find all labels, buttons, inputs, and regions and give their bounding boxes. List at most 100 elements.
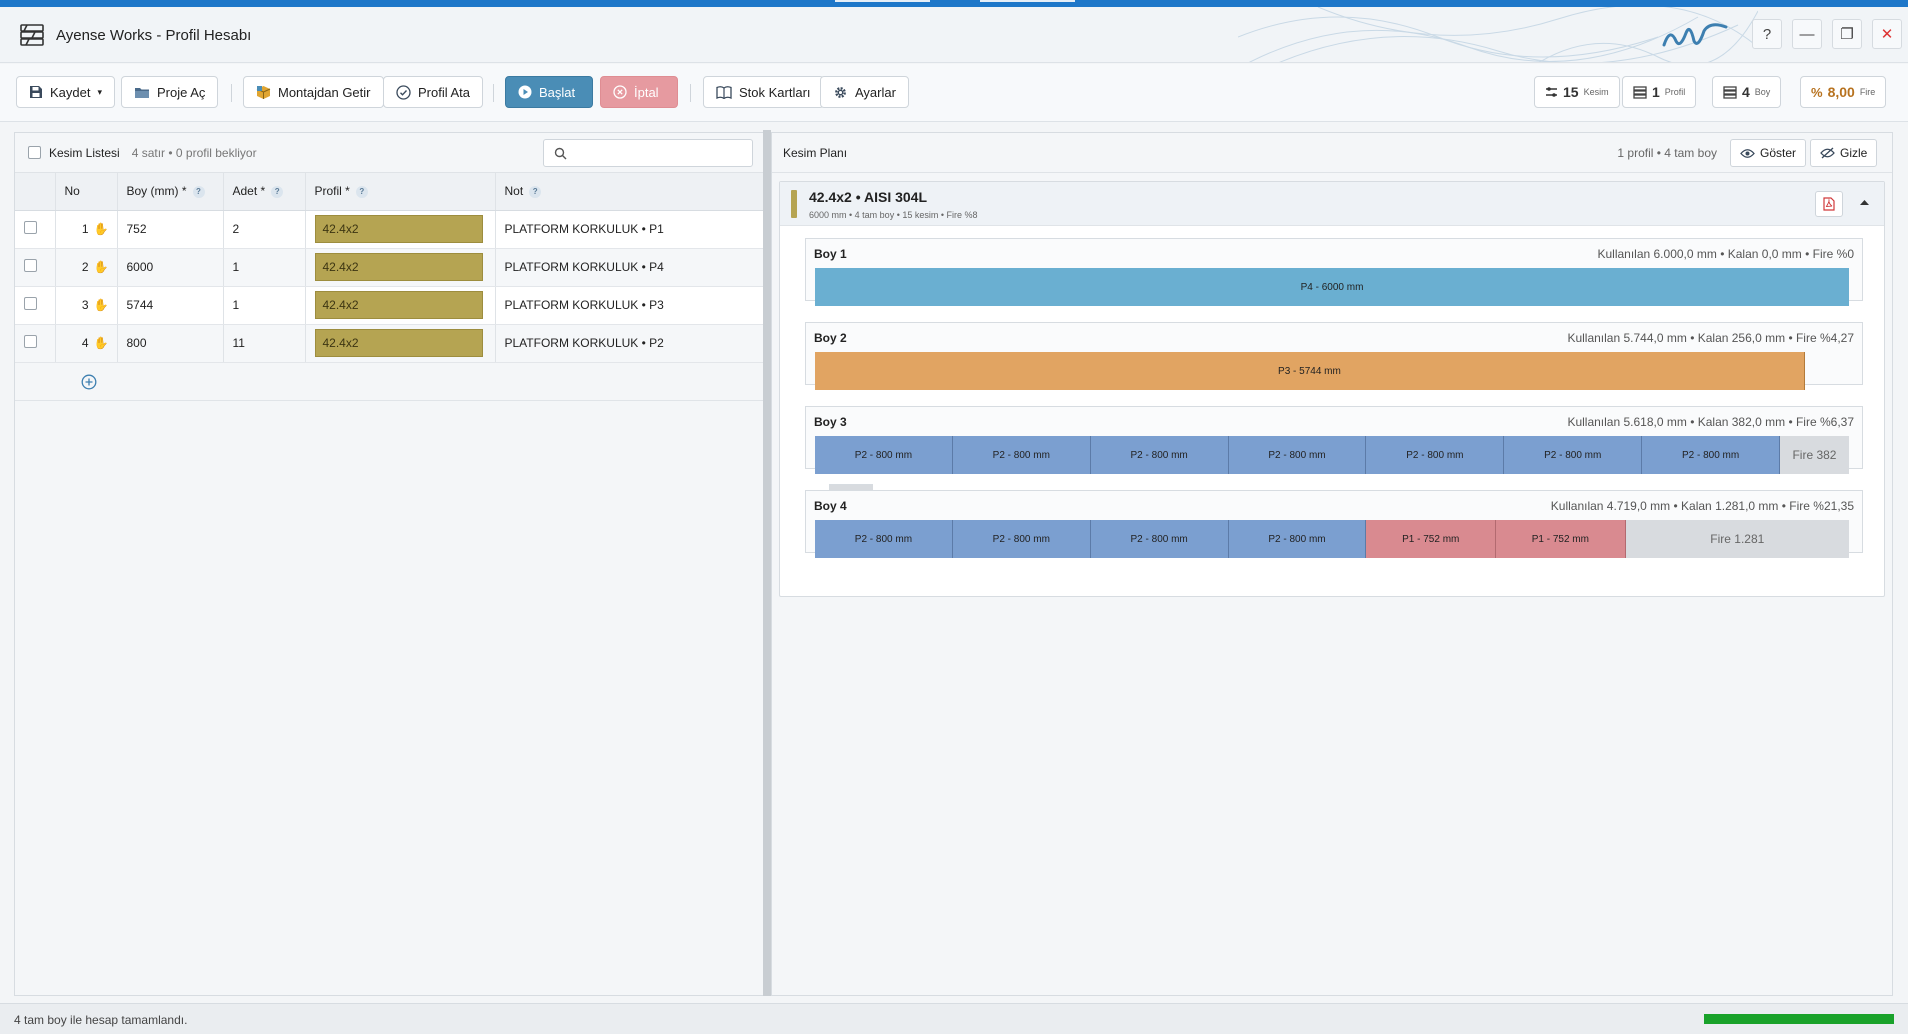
cut-segment[interactable]: P1 - 752 mm (1496, 520, 1626, 558)
row-checkbox[interactable] (24, 221, 37, 234)
row-qty[interactable]: 1 (223, 248, 306, 287)
profile-chip[interactable]: 42.4x2 (314, 291, 483, 319)
box-icon (256, 85, 271, 99)
assign-profile-button[interactable]: Profil Ata (383, 76, 484, 108)
profile-group-header[interactable]: 42.4x2 • AISI 304L 6000 mm • 4 tam boy •… (780, 182, 1884, 226)
help-icon[interactable]: ? (355, 186, 368, 199)
drag-hand-icon[interactable]: ✋ (94, 336, 109, 350)
cut-segment[interactable]: P2 - 800 mm (1642, 436, 1781, 474)
row-checkbox[interactable] (24, 259, 37, 272)
stock-cards-label: Stok Kartları (739, 84, 811, 100)
restore-button[interactable]: ❐ (1832, 19, 1862, 49)
column-no[interactable]: No (55, 173, 118, 211)
drag-hand-icon[interactable]: ✋ (94, 298, 109, 312)
row-qty[interactable]: 2 (223, 210, 306, 249)
stat-cuts: 15 Kesim (1534, 76, 1620, 108)
column-note-label: Not (504, 184, 524, 199)
open-project-button[interactable]: Proje Aç (121, 76, 219, 108)
close-button[interactable]: ✕ (1872, 19, 1902, 49)
row-checkbox[interactable] (24, 297, 37, 310)
table-row[interactable]: 3 ✋ 5744 1 42.4x2 PLATFORM KORKULUK • P3 (15, 286, 766, 325)
bar-name: Boy 4 (814, 499, 847, 513)
column-note[interactable]: Not? (495, 173, 766, 211)
row-qty[interactable]: 1 (223, 286, 306, 325)
save-button[interactable]: Kaydet ▾ (16, 76, 116, 108)
cut-segment[interactable]: P2 - 800 mm (1228, 436, 1367, 474)
row-no: 4 (81, 336, 89, 350)
row-no: 3 (81, 298, 89, 312)
cut-segment[interactable]: P2 - 800 mm (1228, 520, 1367, 558)
search-icon (554, 147, 567, 160)
row-length[interactable]: 5744 (117, 286, 224, 325)
row-length[interactable]: 752 (117, 210, 224, 249)
waste-segment[interactable]: Fire 1.281 (1625, 520, 1849, 558)
row-profile-cell: 42.4x2 (305, 286, 496, 325)
row-select-cell (15, 286, 56, 325)
row-length[interactable]: 6000 (117, 248, 224, 287)
profile-chip[interactable]: 42.4x2 (314, 253, 483, 281)
help-icon[interactable]: ? (192, 186, 205, 199)
export-pdf-button[interactable] (1815, 191, 1843, 217)
start-button[interactable]: Başlat (505, 76, 593, 108)
cut-segment[interactable]: P2 - 800 mm (1366, 436, 1505, 474)
row-qty[interactable]: 11 (223, 324, 306, 363)
cancel-label: İptal (634, 84, 659, 100)
column-profile[interactable]: Profil *? (305, 173, 496, 211)
help-button[interactable]: ? (1752, 19, 1782, 49)
profile-chip[interactable]: 42.4x2 (314, 329, 483, 357)
help-icon[interactable]: ? (271, 186, 284, 199)
bar-name: Boy 2 (814, 331, 847, 345)
show-all-button[interactable]: Göster (1730, 139, 1807, 167)
row-note[interactable]: PLATFORM KORKULUK • P3 (495, 286, 766, 325)
table-row[interactable]: 2 ✋ 6000 1 42.4x2 PLATFORM KORKULUK • P4 (15, 248, 766, 287)
table-row[interactable]: 1 ✋ 752 2 42.4x2 PLATFORM KORKULUK • P1 (15, 210, 766, 249)
row-no-cell: 2 ✋ (55, 248, 118, 287)
column-length[interactable]: Boy (mm) *? (117, 173, 224, 211)
waste-segment[interactable]: Fire 382 (1780, 436, 1849, 474)
stat-waste: % 8,00 Fire (1800, 76, 1887, 108)
close-circle-icon (613, 85, 627, 99)
add-row-icon[interactable] (81, 374, 97, 390)
cut-segment[interactable]: P2 - 800 mm (952, 436, 1091, 474)
cut-segment[interactable]: P2 - 800 mm (815, 436, 953, 474)
cut-segment[interactable]: P2 - 800 mm (1504, 436, 1643, 474)
row-select-cell (15, 324, 56, 363)
cut-segment[interactable]: P2 - 800 mm (815, 520, 953, 558)
minimize-button[interactable]: — (1792, 19, 1822, 49)
hide-all-button[interactable]: Gizle (1810, 139, 1878, 167)
stock-cards-button[interactable]: Stok Kartları (703, 76, 824, 108)
row-note[interactable]: PLATFORM KORKULUK • P1 (495, 210, 766, 249)
from-assembly-button[interactable]: Montajdan Getir (243, 76, 384, 108)
cut-segment[interactable]: P4 - 6000 mm (815, 268, 1849, 306)
table-row[interactable]: 4 ✋ 800 11 42.4x2 PLATFORM KORKULUK • P2 (15, 324, 766, 363)
drag-hand-icon[interactable]: ✋ (94, 260, 109, 274)
row-checkbox[interactable] (24, 335, 37, 348)
search-input[interactable] (572, 142, 748, 164)
row-note[interactable]: PLATFORM KORKULUK • P4 (495, 248, 766, 287)
panel-splitter[interactable] (763, 130, 771, 996)
select-all-checkbox[interactable] (28, 146, 41, 159)
drag-hand-icon[interactable]: ✋ (94, 222, 109, 236)
settings-button[interactable]: Ayarlar (820, 76, 909, 108)
help-icon[interactable]: ? (529, 186, 542, 199)
cut-segment[interactable]: P2 - 800 mm (1090, 520, 1229, 558)
column-qty[interactable]: Adet *? (223, 173, 306, 211)
cut-segment[interactable]: P1 - 752 mm (1366, 520, 1497, 558)
status-message: 4 tam boy ile hesap tamamlandı. (14, 1013, 188, 1027)
cut-segment[interactable]: P3 - 5744 mm (815, 352, 1805, 390)
cut-plan-title: Kesim Planı (783, 146, 848, 160)
row-note[interactable]: PLATFORM KORKULUK • P2 (495, 324, 766, 363)
cancel-button[interactable]: İptal (600, 76, 678, 108)
profile-color-bar (791, 190, 797, 218)
row-length[interactable]: 800 (117, 324, 224, 363)
row-profile-cell: 42.4x2 (305, 210, 496, 249)
profile-chip[interactable]: 42.4x2 (314, 215, 483, 243)
cut-segment[interactable]: P2 - 800 mm (1090, 436, 1229, 474)
save-label: Kaydet (50, 84, 91, 100)
chevron-up-icon[interactable] (1859, 198, 1870, 206)
title-bar: Ayense Works - Profil Hesabı ? — ❐ ✕ (0, 7, 1908, 63)
search-box[interactable] (543, 139, 753, 167)
chevron-down-icon: ▾ (97, 86, 103, 97)
cut-segment[interactable]: P2 - 800 mm (952, 520, 1091, 558)
row-no: 1 (81, 222, 89, 236)
